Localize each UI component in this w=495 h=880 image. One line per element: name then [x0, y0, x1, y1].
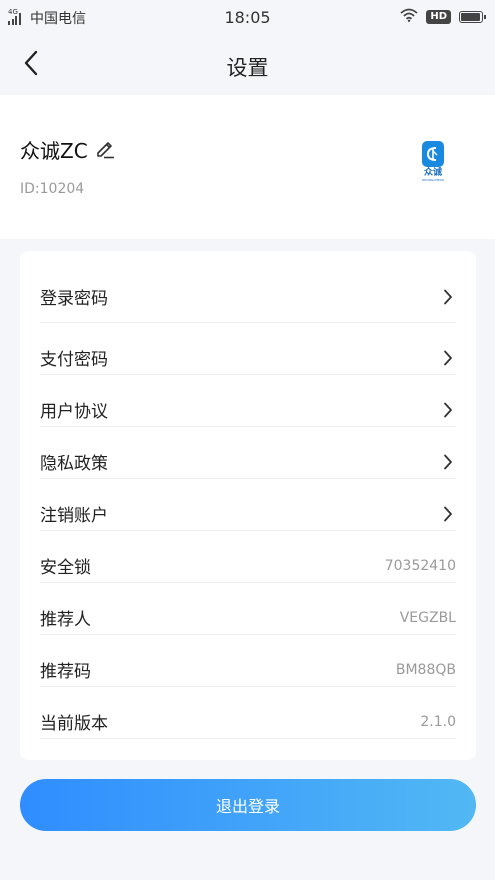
carrier-name: 中国电信: [30, 11, 86, 27]
row-label: 安全锁: [40, 558, 91, 578]
row-label: 推荐码: [40, 662, 91, 682]
hd-badge: HD: [426, 10, 451, 24]
row-label: 支付密码: [40, 350, 108, 370]
chevron-left-icon: [23, 50, 39, 80]
row-label: 当前版本: [40, 714, 108, 734]
settings-card: 登录密码 支付密码 用户协议 隐私政策 注销账户 安全锁 70352410 推荐…: [20, 251, 476, 760]
edit-name-button[interactable]: [93, 138, 117, 162]
back-button[interactable]: [14, 48, 48, 82]
chevron-right-icon: [440, 454, 456, 470]
row-value: VEGZBL: [399, 609, 456, 626]
chevron-right-icon: [440, 289, 456, 305]
profile-name: 众诚ZC: [20, 139, 88, 163]
row-label: 隐私政策: [40, 454, 108, 474]
brand-logo: 众诚 ZHONGCHENG: [417, 141, 449, 187]
logo-subtext: ZHONGCHENG: [421, 178, 445, 182]
battery-icon: [459, 11, 486, 23]
row-value: 2.1.0: [420, 713, 456, 730]
signal-icon: 4G: [8, 8, 22, 25]
network-type: 4G: [8, 8, 18, 16]
page-title: 设置: [226, 56, 269, 80]
chevron-right-icon: [440, 506, 456, 522]
row-label: 用户协议: [40, 402, 108, 422]
profile-id: ID:10204: [20, 181, 85, 197]
settings-row-version: 当前版本 2.1.0: [40, 687, 456, 739]
row-label: 登录密码: [40, 289, 108, 309]
chevron-right-icon: [440, 402, 456, 418]
logo-mark-icon: [422, 141, 444, 167]
settings-row-referrer: 推荐人 VEGZBL: [40, 583, 456, 635]
row-value: BM88QB: [395, 661, 456, 678]
battery-level: [461, 13, 480, 21]
profile-name-row: 众诚ZC: [20, 135, 117, 164]
settings-row-login-password[interactable]: 登录密码: [40, 251, 456, 323]
chevron-right-icon: [440, 350, 456, 366]
row-value: 70352410: [384, 557, 456, 574]
status-right: HD: [400, 8, 486, 26]
wifi-icon: [400, 8, 418, 26]
pencil-icon: [94, 137, 116, 163]
row-label: 推荐人: [40, 610, 91, 630]
settings-row-payment-password[interactable]: 支付密码: [40, 323, 456, 375]
row-label: 注销账户: [40, 506, 108, 526]
nav-bar: 设置: [0, 36, 495, 94]
status-bar: 4G 中国电信 18:05 HD: [0, 0, 495, 36]
profile-section: 众诚ZC ID:10204 众诚 ZHONGCHENG: [0, 95, 495, 239]
settings-row-delete-account[interactable]: 注销账户: [40, 479, 456, 531]
settings-row-security-lock: 安全锁 70352410: [40, 531, 456, 583]
logout-button[interactable]: 退出登录: [20, 779, 476, 831]
settings-row-user-agreement[interactable]: 用户协议: [40, 375, 456, 427]
status-left: 4G 中国电信: [8, 8, 86, 28]
logo-text: 众诚: [423, 168, 442, 178]
settings-row-privacy-policy[interactable]: 隐私政策: [40, 427, 456, 479]
settings-row-referral-code: 推荐码 BM88QB: [40, 635, 456, 687]
